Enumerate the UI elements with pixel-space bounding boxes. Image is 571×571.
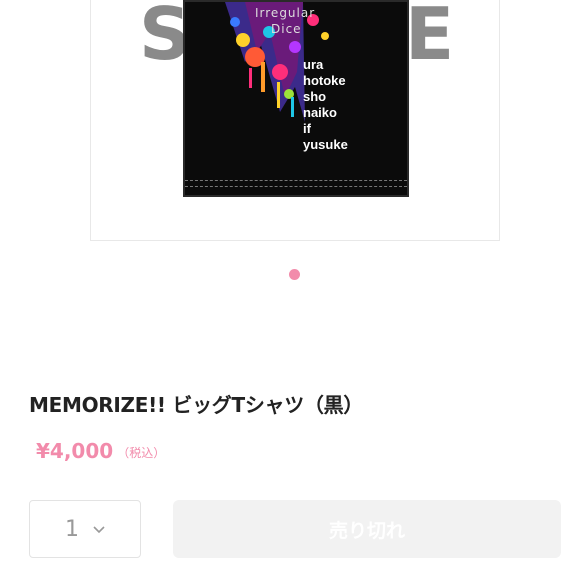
hem-stitch xyxy=(185,180,407,181)
member-name: hotoke xyxy=(303,73,346,88)
member-name: sho xyxy=(303,89,327,104)
logo-text-irregular: Irregular xyxy=(255,6,316,20)
member-name: yusuke xyxy=(303,137,348,152)
quantity-select[interactable]: 1 xyxy=(29,500,141,558)
logo-text-dice: Dice xyxy=(271,22,302,36)
price-value: ¥4,000 xyxy=(36,439,114,463)
product-image-frame[interactable]: S E Irregular Dice ura hotoke sho naiko xyxy=(90,0,500,241)
member-name: if xyxy=(303,121,311,136)
product-price: ¥4,000 （税込） xyxy=(36,439,165,463)
member-names: ura hotoke sho naiko if yusuke xyxy=(303,57,348,153)
sample-watermark-right: E xyxy=(405,0,455,76)
quantity-value: 1 xyxy=(65,516,79,542)
member-name: naiko xyxy=(303,105,337,120)
carousel-dot[interactable] xyxy=(289,269,300,280)
hem-stitch xyxy=(185,186,407,187)
sold-out-button[interactable]: 売り切れ xyxy=(173,500,561,558)
product-title: MEMORIZE!! ビッグTシャツ（黒） xyxy=(29,393,364,417)
member-name: ura xyxy=(303,57,324,72)
tshirt-image: Irregular Dice ura hotoke sho naiko if y… xyxy=(183,0,409,197)
price-tax-note: （税込） xyxy=(117,446,166,460)
chevron-down-icon xyxy=(93,526,105,534)
